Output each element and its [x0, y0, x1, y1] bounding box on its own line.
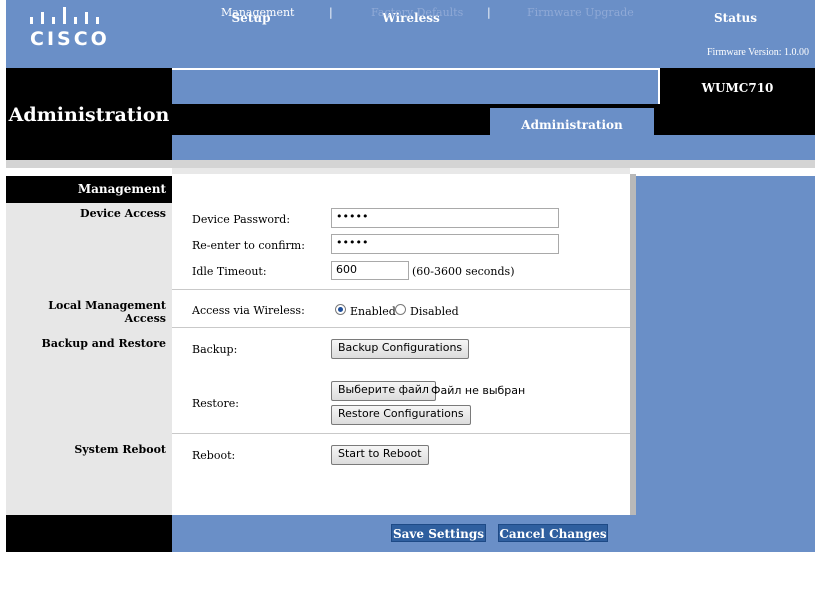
reboot-label: Reboot:: [192, 449, 236, 462]
restore-configurations-button[interactable]: Restore Configurations: [331, 405, 471, 425]
save-settings-button[interactable]: Save Settings: [391, 524, 486, 542]
disabled-radio[interactable]: [395, 304, 406, 315]
nav-backup-and-restore: Backup and Restore: [41, 337, 166, 350]
enabled-radio[interactable]: [335, 304, 346, 315]
divider-stripe: [6, 160, 815, 168]
cisco-logo-text: CISCO: [30, 28, 110, 50]
subtab-separator: |: [487, 6, 491, 19]
disabled-label: Disabled: [410, 305, 459, 318]
section-divider: [172, 433, 630, 434]
restore-label: Restore:: [192, 397, 239, 410]
reenter-password-input[interactable]: •••••: [331, 234, 559, 254]
top-bar: [172, 70, 658, 104]
footer-bar: [172, 515, 815, 552]
idle-timeout-hint: (60-3600 seconds): [412, 265, 515, 278]
nav-device-access: Device Access: [80, 207, 166, 220]
start-to-reboot-button[interactable]: Start to Reboot: [331, 445, 429, 465]
section-divider: [172, 327, 630, 328]
no-file-chosen-text: Файл не выбран: [431, 384, 526, 397]
idle-timeout-label: Idle Timeout:: [192, 265, 267, 278]
tab-status[interactable]: Status: [656, 11, 815, 25]
subtab-firmware-upgrade[interactable]: Firmware Upgrade: [527, 6, 634, 19]
model-box: WUMC710: [660, 68, 815, 104]
cisco-logo-icon: [30, 7, 99, 24]
access-via-wireless-label: Access via Wireless:: [192, 304, 305, 317]
nav-system-reboot: System Reboot: [74, 443, 166, 456]
divider-stripe-inner: [172, 168, 630, 174]
backup-configurations-button[interactable]: Backup Configurations: [331, 339, 470, 359]
device-password-label: Device Password:: [192, 213, 291, 226]
tab-administration-label: Administration: [521, 118, 623, 132]
content-shadow: [630, 174, 636, 515]
idle-timeout-input[interactable]: 600: [331, 261, 409, 280]
subtab-separator: |: [329, 6, 333, 19]
section-divider: [172, 289, 630, 290]
footer-left-block: [6, 515, 172, 552]
right-panel: [630, 176, 815, 515]
model-name: WUMC710: [701, 81, 774, 95]
backup-label: Backup:: [192, 343, 238, 356]
device-password-input[interactable]: •••••: [331, 208, 559, 228]
choose-file-button[interactable]: Выберите файл: [331, 381, 436, 401]
enabled-label: Enabled: [350, 305, 396, 318]
left-nav-header: Management: [6, 176, 172, 203]
subtab-bar: [172, 135, 815, 160]
subtab-factory-defaults[interactable]: Factory Defaults: [371, 6, 463, 19]
cancel-changes-button[interactable]: Cancel Changes: [498, 524, 608, 542]
page-title: Administration: [8, 104, 170, 126]
reenter-password-label: Re-enter to confirm:: [192, 239, 305, 252]
firmware-version: Firmware Version: 1.0.00: [706, 47, 809, 58]
subtab-management[interactable]: Management: [221, 6, 294, 19]
nav-local-management-access: Local Management Access: [48, 299, 166, 325]
left-nav-header-label: Management: [77, 182, 166, 196]
section-title-block: Administration: [6, 68, 172, 160]
